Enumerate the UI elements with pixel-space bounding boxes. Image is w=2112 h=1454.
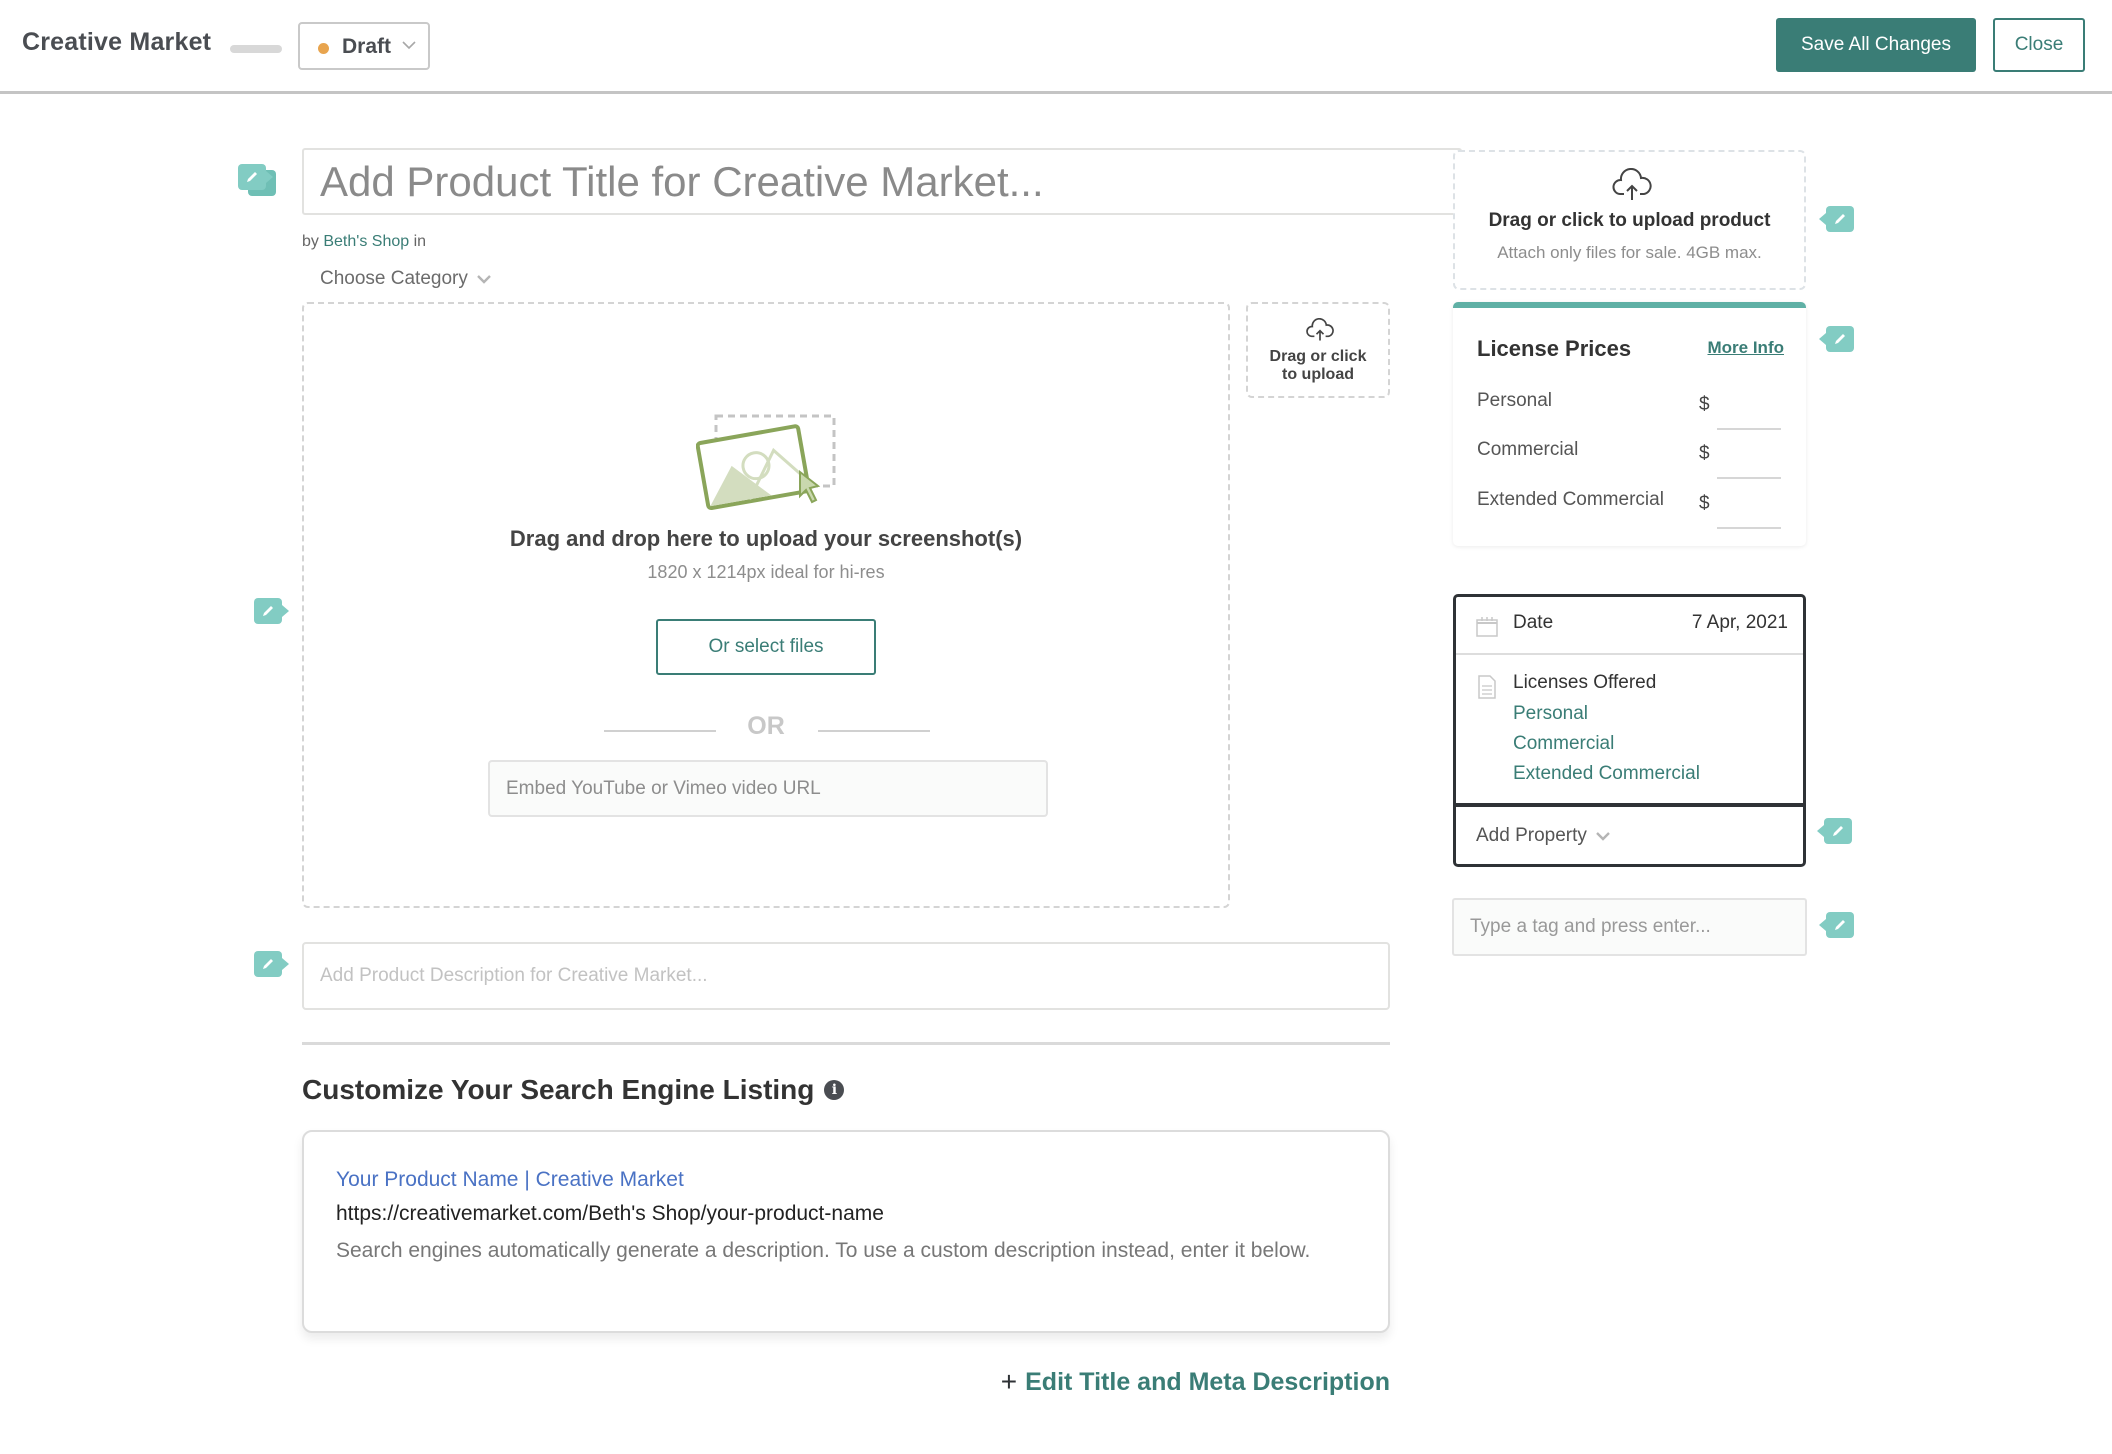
document-icon xyxy=(1478,675,1496,699)
close-button[interactable]: Close xyxy=(1993,18,2085,72)
category-dropdown[interactable]: Choose Category xyxy=(320,268,492,290)
tag-input[interactable] xyxy=(1452,898,1807,956)
app-title: Creative Market xyxy=(22,28,212,56)
license-prices-card: License Prices More Info Personal $ Comm… xyxy=(1453,302,1806,546)
screenshot-dropzone[interactable]: Drag and drop here to upload your screen… xyxy=(302,302,1230,908)
calendar-icon xyxy=(1476,617,1498,637)
small-upload-line1: Drag or click xyxy=(1269,348,1367,365)
select-files-button[interactable]: Or select files xyxy=(656,619,876,675)
image-upload-illustration-icon xyxy=(696,414,836,511)
save-all-changes-button[interactable]: Save All Changes xyxy=(1776,18,1976,72)
category-label: Choose Category xyxy=(320,268,468,289)
plus-icon: + xyxy=(1000,1366,1018,1397)
status-dot-icon xyxy=(318,43,329,54)
or-divider-right xyxy=(818,730,930,732)
video-url-input[interactable] xyxy=(488,760,1048,817)
edit-title-tag-icon[interactable] xyxy=(238,164,273,190)
seo-heading-text: Customize Your Search Engine Listing xyxy=(302,1074,815,1105)
more-info-link[interactable]: More Info xyxy=(1708,338,1785,358)
info-icon[interactable]: i xyxy=(824,1080,845,1100)
edit-screenshots-tag-icon[interactable] xyxy=(254,598,289,624)
price-row-extended-commercial: Extended Commercial $ xyxy=(1477,489,1784,533)
product-upload-title: Drag or click to upload product xyxy=(1488,210,1771,231)
seo-preview-url: https://creativemarket.com/Beth's Shop/y… xyxy=(336,1202,884,1225)
edit-title-meta-link[interactable]: + Edit Title and Meta Description xyxy=(1001,1366,1390,1398)
edit-description-tag-icon[interactable] xyxy=(254,951,289,977)
edit-property-tag-icon[interactable] xyxy=(1817,818,1852,844)
currency-symbol: $ xyxy=(1699,394,1710,415)
commercial-price-input[interactable] xyxy=(1717,439,1781,479)
shop-link[interactable]: Beth's Shop xyxy=(323,233,409,250)
price-row-commercial: Commercial $ xyxy=(1477,439,1784,483)
small-upload-line2: to upload xyxy=(1282,366,1354,383)
seo-preview-title: Your Product Name | Creative Market xyxy=(336,1168,684,1191)
date-value: 7 Apr, 2021 xyxy=(1691,612,1788,633)
by-prefix: by xyxy=(302,233,319,250)
by-line: by Beth's Shop in xyxy=(302,233,426,251)
chevron-down-icon xyxy=(477,275,491,284)
cloud-upload-icon xyxy=(1306,318,1334,341)
top-bar: Creative Market Draft Save All Changes C… xyxy=(0,0,2112,94)
chevron-down-icon xyxy=(1596,832,1610,841)
screenshot-dropzone-title: Drag and drop here to upload your screen… xyxy=(509,526,1023,551)
product-upload-subtitle: Attach only files for sale. 4GB max. xyxy=(1497,243,1762,262)
extended-commercial-price-input[interactable] xyxy=(1717,489,1781,529)
chevron-down-icon xyxy=(402,41,416,50)
price-label: Commercial xyxy=(1477,439,1579,460)
cloud-upload-icon xyxy=(1612,168,1652,200)
section-divider xyxy=(302,1042,1390,1045)
edit-tags-tag-icon[interactable] xyxy=(1819,912,1854,938)
license-link-personal[interactable]: Personal xyxy=(1513,703,1588,725)
properties-box: Date 7 Apr, 2021 Licenses Offered Person… xyxy=(1453,594,1806,867)
date-property[interactable]: Date 7 Apr, 2021 xyxy=(1456,597,1803,655)
currency-symbol: $ xyxy=(1699,443,1710,464)
price-label: Extended Commercial xyxy=(1477,489,1664,510)
price-row-personal: Personal $ xyxy=(1477,390,1784,434)
title-placeholder-pill xyxy=(230,45,282,53)
date-label: Date xyxy=(1513,612,1554,633)
edit-license-tag-icon[interactable] xyxy=(1819,326,1854,352)
status-dropdown[interactable]: Draft xyxy=(298,22,430,70)
product-upload-dropzone[interactable]: Drag or click to upload product Attach o… xyxy=(1453,150,1806,290)
personal-price-input[interactable] xyxy=(1717,390,1781,430)
seo-preview-card: Your Product Name | Creative Market http… xyxy=(302,1130,1390,1333)
edit-title-meta-label: Edit Title and Meta Description xyxy=(1025,1367,1390,1396)
edit-product-upload-tag-icon[interactable] xyxy=(1819,206,1854,232)
product-title-input[interactable] xyxy=(302,148,1462,215)
or-label: OR xyxy=(747,712,785,740)
product-description-input[interactable] xyxy=(302,942,1390,1010)
add-property-text: Add Property xyxy=(1476,825,1587,846)
license-link-commercial[interactable]: Commercial xyxy=(1513,733,1614,755)
seo-heading: Customize Your Search Engine Listing i xyxy=(302,1074,845,1106)
license-prices-title: License Prices xyxy=(1477,336,1632,361)
status-label: Draft xyxy=(342,35,392,58)
license-link-extended-commercial[interactable]: Extended Commercial xyxy=(1513,763,1700,785)
price-label: Personal xyxy=(1477,390,1552,411)
seo-preview-description: Search engines automatically generate a … xyxy=(336,1239,1311,1262)
screenshot-dropzone-subtitle: 1820 x 1214px ideal for hi-res xyxy=(647,562,885,582)
add-property-dropdown[interactable]: Add Property xyxy=(1456,803,1803,864)
licenses-offered-property: Licenses Offered Personal Commercial Ext… xyxy=(1456,657,1803,803)
small-upload-text: Drag or click to upload xyxy=(1248,348,1388,384)
add-property-label: Add Property xyxy=(1476,825,1611,847)
licenses-offered-label: Licenses Offered xyxy=(1513,672,1657,693)
small-upload-dropzone[interactable]: Drag or click to upload xyxy=(1246,302,1390,398)
currency-symbol: $ xyxy=(1699,493,1710,514)
by-suffix: in xyxy=(413,233,427,250)
